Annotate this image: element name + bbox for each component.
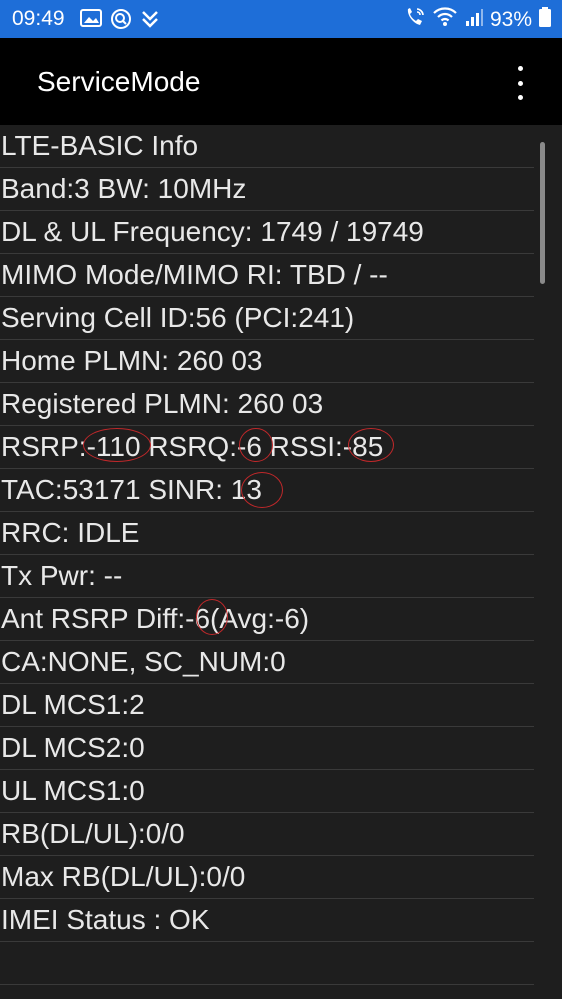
list-item-text: Ant RSRP Diff:-6(Avg:-6) (1, 603, 310, 634)
battery-icon (538, 6, 552, 33)
list-item-text: CA:NONE, SC_NUM:0 (1, 646, 286, 677)
status-system-icons: 93% (404, 6, 552, 33)
gallery-icon (80, 8, 102, 30)
list-item-text: DL MCS2:0 (1, 732, 145, 763)
list-item: RB(DL/UL):0/0 (0, 813, 534, 856)
battery-percent: 93% (489, 7, 532, 31)
overflow-menu-icon[interactable] (508, 66, 532, 100)
list-item-text: RRC: IDLE (1, 517, 140, 548)
list-item-text: Max RB(DL/UL):0/0 (1, 861, 246, 892)
service-info-list[interactable]: LTE-BASIC Info Band:3 BW: 10MHz DL & UL … (0, 125, 562, 999)
list-item: LTE-BASIC Info (0, 125, 534, 168)
status-bar: 09:49 93% (0, 0, 562, 38)
signal-icon (464, 7, 484, 32)
list-item: TAC:53171 SINR: 13 (0, 469, 534, 512)
list-item-text: DL MCS1:2 (1, 689, 145, 720)
list-item-text: RB(DL/UL):0/0 (1, 818, 185, 849)
list-item: IMEI Status : OK (0, 899, 534, 942)
list-item-text: Registered PLMN: 260 03 (1, 388, 324, 419)
list-item-text: Band:3 BW: 10MHz (1, 173, 247, 204)
list-item: Home PLMN: 260 03 (0, 340, 534, 383)
scrollbar-thumb[interactable] (540, 142, 545, 284)
list-item: Serving Cell ID:56 (PCI:241) (0, 297, 534, 340)
list-item: CA:NONE, SC_NUM:0 (0, 641, 534, 684)
list-item: Max RB(DL/UL):0/0 (0, 856, 534, 899)
list-item: DL & UL Frequency: 1749 / 19749 (0, 211, 534, 254)
list-item-text: Serving Cell ID:56 (PCI:241) (1, 302, 355, 333)
list-item: Ant RSRP Diff:-6(Avg:-6) (0, 598, 534, 641)
list-item-text: Home PLMN: 260 03 (1, 345, 263, 376)
wifi-icon (432, 6, 458, 33)
list-item: RRC: IDLE (0, 512, 534, 555)
list-item: Band:3 BW: 10MHz (0, 168, 534, 211)
list-item: RSRP:-110 RSRQ:-6 RSSI:-85 (0, 426, 534, 469)
list-item-text: UL MCS1:0 (1, 775, 145, 806)
list-item-text: IMEI Status : OK (1, 904, 210, 935)
search-icon (110, 8, 132, 30)
list-item: DL MCS1:2 (0, 684, 534, 727)
list-item: UL MCS1:0 (0, 770, 534, 813)
status-notification-icons (80, 8, 160, 30)
app-title: ServiceMode (37, 66, 201, 97)
list-item: Tx Pwr: -- (0, 555, 534, 598)
list-item-text: DL & UL Frequency: 1749 / 19749 (1, 216, 424, 247)
list-item (0, 942, 534, 985)
list-item-text: RSRP:-110 RSRQ:-6 RSSI:-85 (1, 431, 384, 462)
list-item-text: TAC:53171 SINR: 13 (1, 474, 262, 505)
list-item-text: MIMO Mode/MIMO RI: TBD / -- (1, 259, 388, 290)
list-item: Registered PLMN: 260 03 (0, 383, 534, 426)
list-item-text: LTE-BASIC Info (1, 130, 199, 161)
list-item: MIMO Mode/MIMO RI: TBD / -- (0, 254, 534, 297)
list-item-text: Tx Pwr: -- (1, 560, 123, 591)
wifi-calling-icon (404, 6, 426, 33)
status-time: 09:49 (12, 7, 65, 30)
download-icon (140, 8, 160, 30)
app-bar: ServiceMode (0, 38, 562, 125)
list-item: DL MCS2:0 (0, 727, 534, 770)
